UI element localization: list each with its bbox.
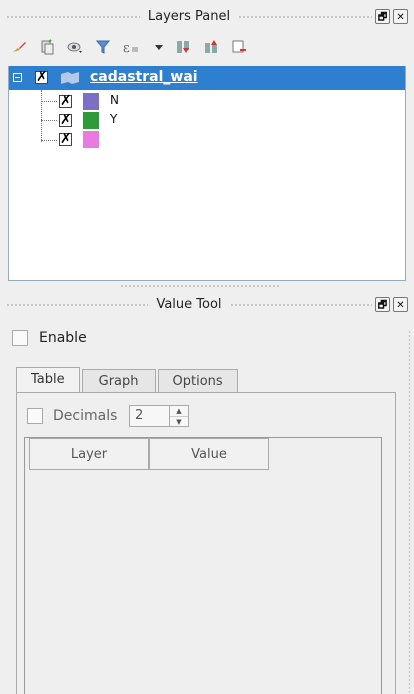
tree-line — [41, 101, 57, 102]
tab-options[interactable]: Options — [157, 369, 238, 393]
titlebar-grip[interactable] — [6, 302, 149, 308]
decimals-value[interactable]: 2 — [130, 406, 169, 426]
layers-panel-titlebar: Layers Panel 🗗 ✕ — [6, 5, 409, 27]
column-header-value[interactable]: Value — [149, 438, 269, 470]
value-tool-title: Value Tool — [156, 296, 222, 312]
layer-name[interactable]: cadastral_wai — [90, 69, 198, 85]
spin-down-icon[interactable]: ▼ — [170, 416, 188, 427]
spin-up-icon[interactable]: ▲ — [170, 406, 188, 416]
enable-row: Enable — [12, 330, 87, 346]
expand-all-icon[interactable] — [174, 39, 191, 56]
value-tool-tabs: Table Graph Options — [16, 367, 240, 393]
float-button[interactable]: 🗗 — [375, 296, 390, 312]
enable-label[interactable]: Enable — [39, 330, 87, 346]
close-button[interactable]: ✕ — [393, 296, 408, 312]
layer-type-icon — [60, 72, 80, 88]
expression-filter-icon[interactable]: ε — [122, 39, 144, 56]
tab-graph[interactable]: Graph — [81, 369, 156, 393]
decimals-checkbox[interactable] — [27, 408, 43, 424]
category-color-swatch — [83, 131, 99, 148]
dropdown-arrow-icon[interactable] — [155, 39, 163, 56]
remove-layer-icon[interactable] — [230, 39, 247, 56]
tab-table[interactable]: Table — [16, 367, 80, 393]
svg-text:ε: ε — [123, 41, 130, 55]
values-table[interactable]: Layer Value — [24, 437, 382, 694]
dock-resize-grip[interactable] — [408, 330, 411, 694]
category-checkbox[interactable]: ✗ — [59, 112, 72, 128]
layers-tree[interactable]: ✗ cadastral_wai ✗ N ✗ Y ✗ — [8, 66, 406, 281]
tree-line — [41, 140, 57, 141]
titlebar-grip[interactable] — [238, 14, 373, 20]
tree-line — [41, 90, 43, 142]
add-group-icon[interactable] — [38, 39, 55, 56]
dock-splitter[interactable] — [120, 284, 280, 288]
layers-panel-title: Layers Panel — [147, 8, 231, 24]
visibility-eye-icon[interactable] — [66, 39, 83, 56]
value-tool-titlebar: Value Tool 🗗 ✕ — [6, 293, 408, 315]
enable-checkbox[interactable] — [12, 330, 28, 346]
category-color-swatch — [83, 112, 99, 129]
style-brush-icon[interactable] — [10, 39, 27, 56]
close-button[interactable]: ✕ — [393, 8, 409, 24]
category-label[interactable]: N — [110, 93, 119, 107]
column-header-layer[interactable]: Layer — [29, 438, 149, 470]
collapse-toggle-icon[interactable] — [13, 73, 22, 82]
category-checkbox[interactable]: ✗ — [59, 131, 72, 147]
tree-line — [41, 120, 57, 121]
category-color-swatch — [83, 93, 99, 110]
decimals-spinbox[interactable]: 2 ▲ ▼ — [129, 405, 189, 427]
layer-visibility-checkbox[interactable]: ✗ — [35, 69, 48, 85]
collapse-all-icon[interactable] — [202, 39, 219, 56]
float-button[interactable]: 🗗 — [375, 8, 391, 24]
decimals-label[interactable]: Decimals — [53, 408, 117, 424]
category-label[interactable]: Y — [110, 112, 117, 126]
layers-toolbar: ε — [10, 36, 247, 58]
titlebar-grip[interactable] — [6, 14, 140, 20]
titlebar-grip[interactable] — [229, 302, 372, 308]
category-checkbox[interactable]: ✗ — [59, 93, 72, 109]
filter-icon[interactable] — [94, 39, 111, 56]
